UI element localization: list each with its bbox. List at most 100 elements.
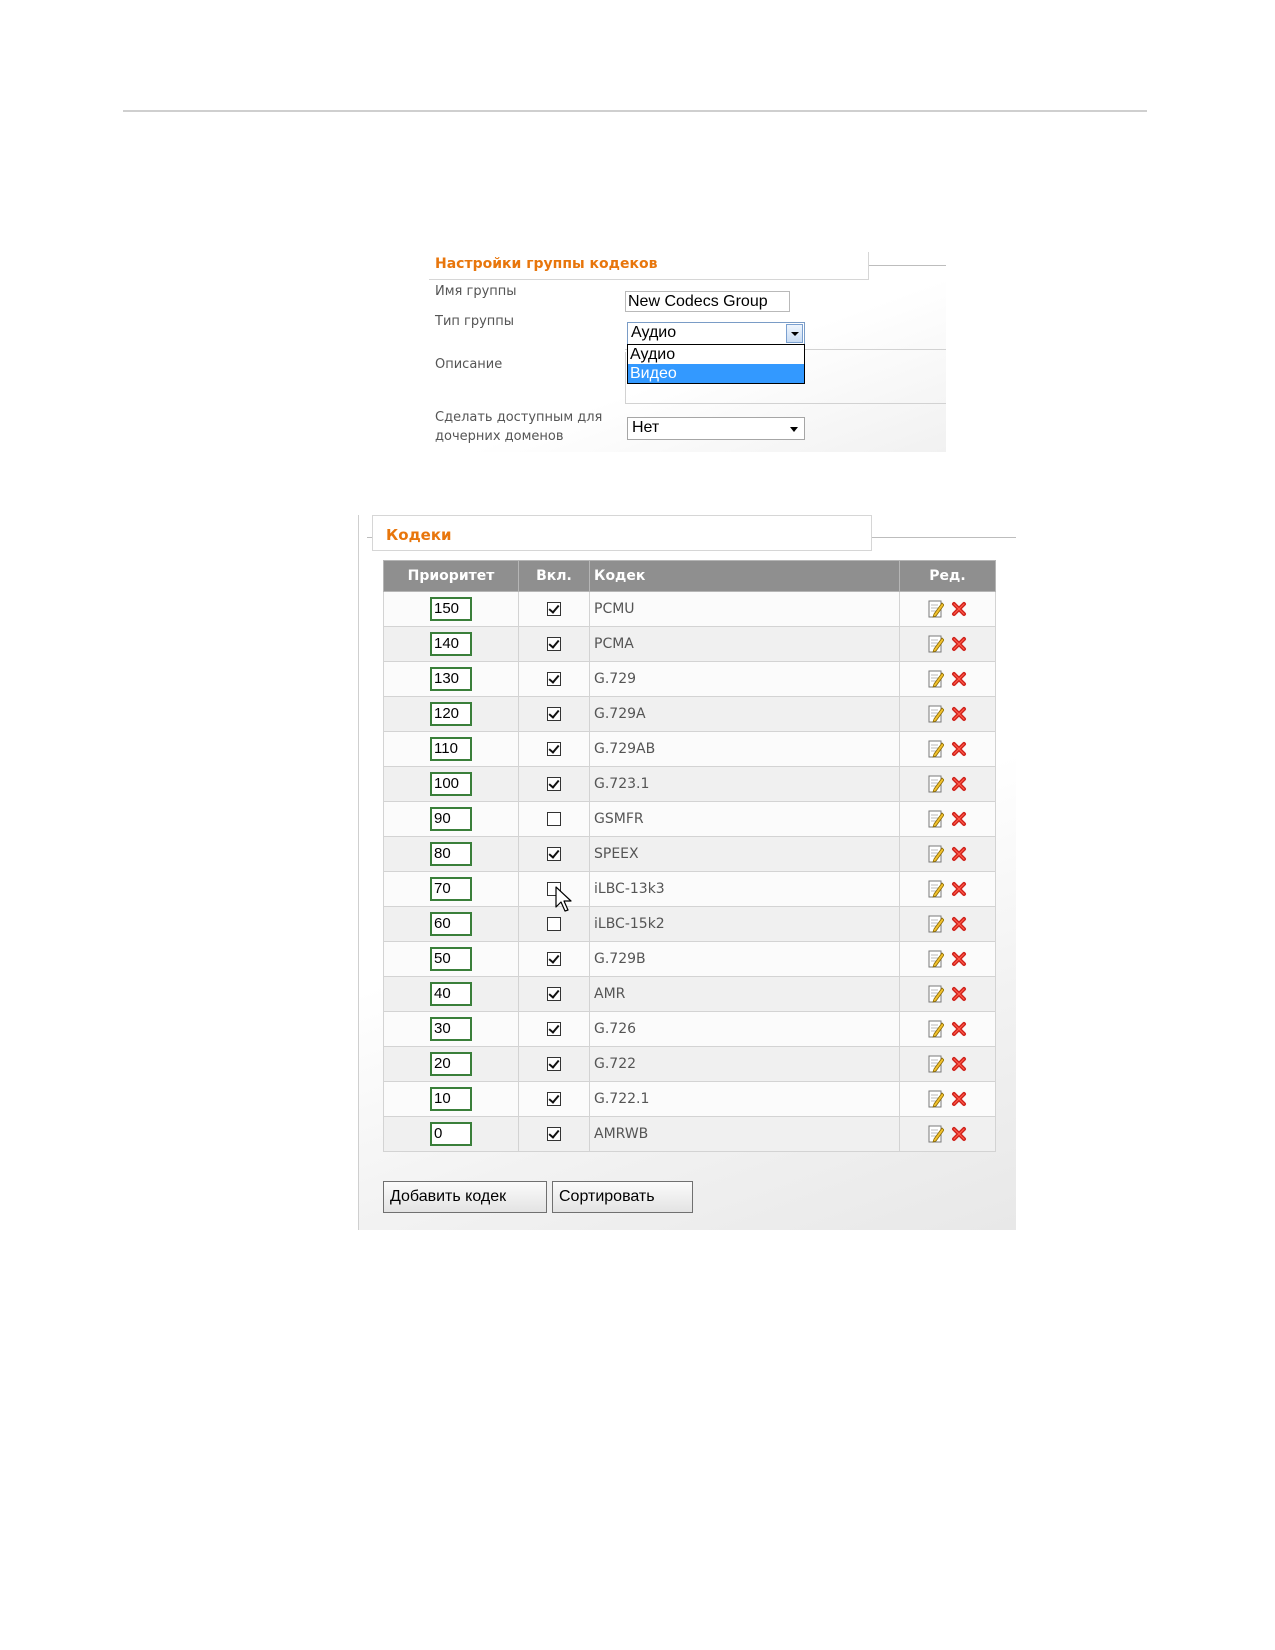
enabled-checkbox[interactable] xyxy=(547,1022,561,1036)
priority-input[interactable]: 90 xyxy=(430,807,472,831)
enabled-checkbox[interactable] xyxy=(547,847,561,861)
enabled-checkbox[interactable] xyxy=(547,952,561,966)
delete-icon[interactable] xyxy=(951,1091,967,1107)
group-name-label: Имя группы xyxy=(435,284,517,299)
codec-name-cell: GSMFR xyxy=(589,801,900,837)
row-actions xyxy=(926,703,970,725)
priority-input[interactable]: 110 xyxy=(430,737,472,761)
edit-icon[interactable] xyxy=(928,879,944,898)
edit-icon[interactable] xyxy=(928,739,944,758)
delete-icon[interactable] xyxy=(951,811,967,827)
delete-icon[interactable] xyxy=(951,986,967,1002)
delete-icon[interactable] xyxy=(951,951,967,967)
enabled-checkbox[interactable] xyxy=(547,812,561,826)
priority-cell: 120 xyxy=(383,696,519,732)
enabled-checkbox[interactable] xyxy=(547,742,561,756)
codec-name-cell: G.722 xyxy=(589,1046,900,1082)
priority-input[interactable]: 0 xyxy=(430,1122,472,1146)
codecs-panel: Кодеки Приоритет Вкл. Кодек Ред. 150 PCMU… xyxy=(358,515,1016,1230)
enabled-checkbox[interactable] xyxy=(547,987,561,1001)
group-name-input[interactable]: New Codecs Group xyxy=(625,291,790,312)
edit-icon[interactable] xyxy=(928,1019,944,1038)
delete-icon[interactable] xyxy=(951,1056,967,1072)
priority-input[interactable]: 20 xyxy=(430,1052,472,1076)
priority-input[interactable]: 50 xyxy=(430,947,472,971)
group-type-dropdown-list: Аудио Видео xyxy=(627,344,805,384)
type-option-video[interactable]: Видео xyxy=(628,364,804,383)
edit-icon[interactable] xyxy=(928,984,944,1003)
priority-input[interactable]: 140 xyxy=(430,632,472,656)
codec-name-cell: iLBC-13k3 xyxy=(589,871,900,907)
edit-icon[interactable] xyxy=(928,1089,944,1108)
type-option-audio[interactable]: Аудио xyxy=(628,345,804,364)
delete-icon[interactable] xyxy=(951,636,967,652)
priority-input[interactable]: 150 xyxy=(430,597,472,621)
share-child-domains-select[interactable]: Нет xyxy=(627,417,805,440)
enabled-checkbox[interactable] xyxy=(547,637,561,651)
enabled-cell xyxy=(518,871,590,907)
row-actions-cell xyxy=(899,976,996,1012)
enabled-checkbox[interactable] xyxy=(547,1127,561,1141)
enabled-checkbox[interactable] xyxy=(547,777,561,791)
table-row: 80 SPEEX xyxy=(383,836,996,872)
priority-input[interactable]: 80 xyxy=(430,842,472,866)
priority-cell: 30 xyxy=(383,1011,519,1047)
priority-input[interactable]: 120 xyxy=(430,702,472,726)
delete-icon[interactable] xyxy=(951,741,967,757)
delete-icon[interactable] xyxy=(951,706,967,722)
column-header-enabled[interactable]: Вкл. xyxy=(518,560,590,592)
table-row: 150 PCMU xyxy=(383,591,996,627)
enabled-checkbox[interactable] xyxy=(547,602,561,616)
column-header-priority[interactable]: Приоритет xyxy=(383,560,519,592)
enabled-checkbox[interactable] xyxy=(547,917,561,931)
edit-icon[interactable] xyxy=(928,1124,944,1143)
enabled-checkbox[interactable] xyxy=(547,1057,561,1071)
settings-panel-title: Настройки группы кодеков xyxy=(435,256,658,272)
delete-icon[interactable] xyxy=(951,671,967,687)
table-row: 70 iLBC-13k3 xyxy=(383,871,996,907)
enabled-checkbox[interactable] xyxy=(547,672,561,686)
table-row: 30 G.726 xyxy=(383,1011,996,1047)
delete-icon[interactable] xyxy=(951,601,967,617)
edit-icon[interactable] xyxy=(928,704,944,723)
edit-icon[interactable] xyxy=(928,844,944,863)
enabled-checkbox[interactable] xyxy=(547,707,561,721)
edit-icon[interactable] xyxy=(928,669,944,688)
column-header-codec[interactable]: Кодек xyxy=(589,560,900,592)
dropdown-arrow-icon[interactable] xyxy=(786,324,803,343)
edit-icon[interactable] xyxy=(928,634,944,653)
edit-icon[interactable] xyxy=(928,809,944,828)
enabled-checkbox[interactable] xyxy=(547,1092,561,1106)
priority-input[interactable]: 30 xyxy=(430,1017,472,1041)
delete-icon[interactable] xyxy=(951,881,967,897)
delete-icon[interactable] xyxy=(951,916,967,932)
codecs-legend-line xyxy=(872,537,1016,538)
priority-cell: 100 xyxy=(383,766,519,802)
delete-icon[interactable] xyxy=(951,776,967,792)
priority-cell: 130 xyxy=(383,661,519,697)
priority-input[interactable]: 10 xyxy=(430,1087,472,1111)
delete-icon[interactable] xyxy=(951,846,967,862)
group-type-select[interactable]: Аудио xyxy=(627,322,805,345)
priority-cell: 70 xyxy=(383,871,519,907)
delete-icon[interactable] xyxy=(951,1126,967,1142)
edit-icon[interactable] xyxy=(928,599,944,618)
edit-icon[interactable] xyxy=(928,1054,944,1073)
settings-tab-divider xyxy=(869,265,946,266)
sort-button[interactable]: Сортировать xyxy=(552,1181,693,1213)
priority-input[interactable]: 40 xyxy=(430,982,472,1006)
priority-input[interactable]: 100 xyxy=(430,772,472,796)
priority-cell: 50 xyxy=(383,941,519,977)
settings-panel-tab: Настройки группы кодеков xyxy=(429,252,869,280)
priority-input[interactable]: 60 xyxy=(430,912,472,936)
delete-icon[interactable] xyxy=(951,1021,967,1037)
add-codec-button[interactable]: Добавить кодек xyxy=(383,1181,547,1213)
priority-input[interactable]: 70 xyxy=(430,877,472,901)
edit-icon[interactable] xyxy=(928,914,944,933)
priority-cell: 10 xyxy=(383,1081,519,1117)
edit-icon[interactable] xyxy=(928,949,944,968)
group-type-value: Аудио xyxy=(631,324,677,341)
edit-icon[interactable] xyxy=(928,774,944,793)
priority-input[interactable]: 130 xyxy=(430,667,472,691)
row-actions xyxy=(926,1053,970,1075)
